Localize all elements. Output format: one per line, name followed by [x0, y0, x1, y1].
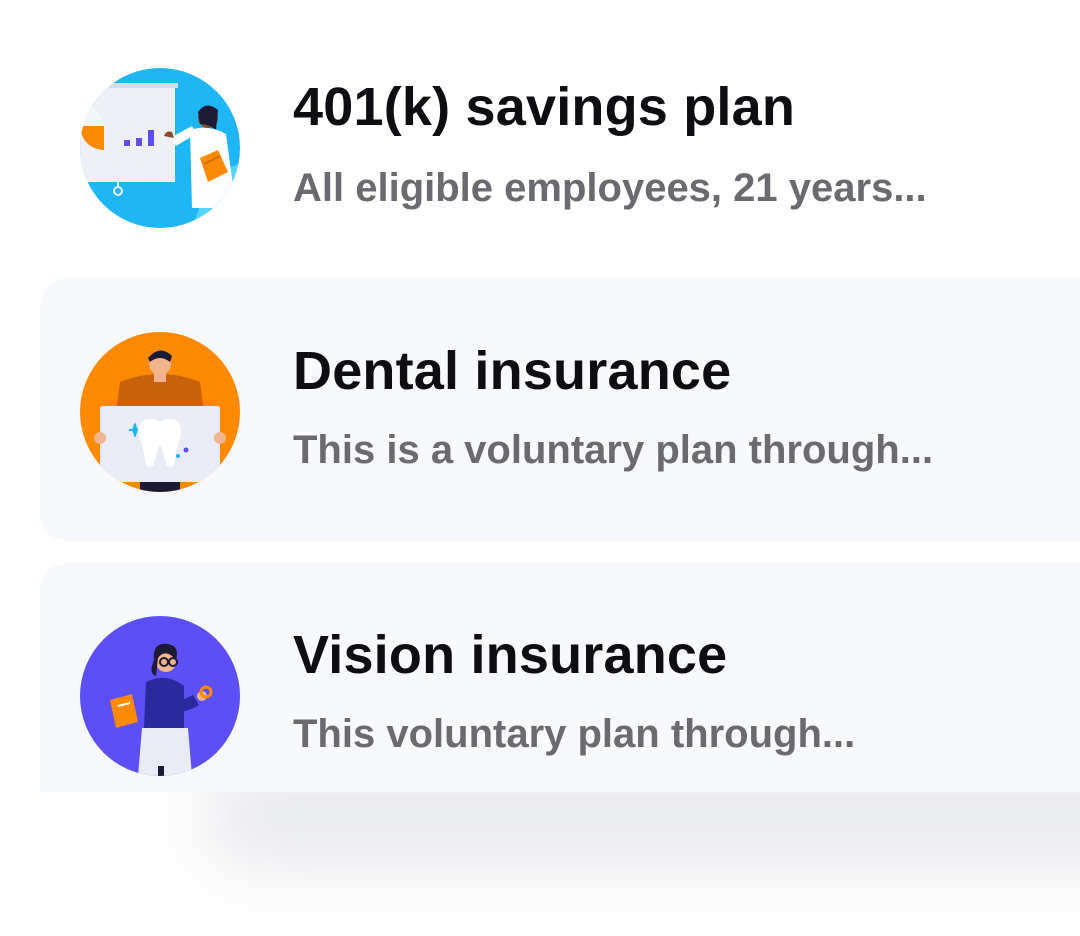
benefit-description: All eligible employees, 21 years...: [293, 166, 927, 210]
benefit-card-vision[interactable]: Vision insurance This voluntary plan thr…: [40, 562, 1080, 792]
benefits-screen: 401(k) savings plan All eligible employe…: [0, 0, 1080, 936]
benefit-title: Dental insurance: [293, 341, 732, 401]
benefit-card-401k[interactable]: 401(k) savings plan All eligible employe…: [40, 0, 1080, 262]
presentation-chart-illustration-icon: [80, 68, 240, 228]
benefit-description: This is a voluntary plan through...: [293, 428, 934, 472]
benefit-title: Vision insurance: [293, 625, 728, 685]
glasses-person-illustration-icon: [80, 616, 240, 776]
benefit-card-dental[interactable]: Dental insurance This is a voluntary pla…: [40, 278, 1080, 542]
benefit-description: This voluntary plan through...: [293, 712, 856, 756]
benefit-title: 401(k) savings plan: [293, 77, 796, 137]
benefits-list: 401(k) savings plan All eligible employe…: [40, 0, 1080, 792]
tooth-sign-illustration-icon: [80, 332, 240, 492]
